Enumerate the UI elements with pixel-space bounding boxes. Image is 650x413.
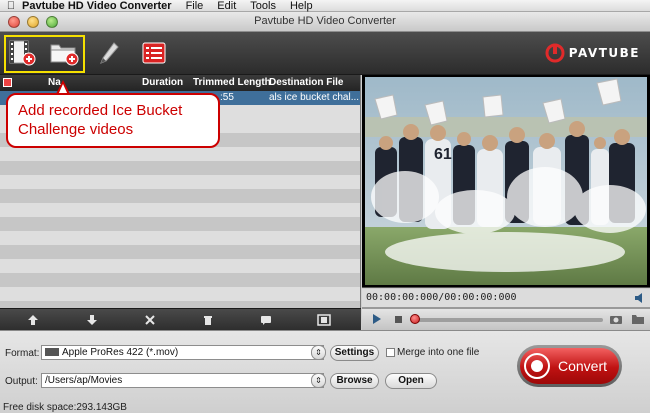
empty-row xyxy=(0,189,360,203)
empty-row xyxy=(0,217,360,231)
convert-button[interactable]: Convert xyxy=(520,348,619,384)
snapshot-folder-icon[interactable] xyxy=(631,313,645,325)
list-controls-bar xyxy=(0,308,361,330)
jersey-number: 61 xyxy=(434,146,452,163)
file-row-trimmed-length: :55 xyxy=(220,92,234,103)
free-disk-space: Free disk space:293.143GB xyxy=(3,402,127,413)
pavtube-logo-icon xyxy=(545,43,565,63)
main-toolbar: PAVTUBE xyxy=(0,32,650,75)
convert-button-frame: Convert xyxy=(517,345,622,387)
convert-label: Convert xyxy=(558,358,608,374)
window-title: Pavtube HD Video Converter xyxy=(254,15,396,27)
preview-image: 61 xyxy=(365,77,647,285)
merge-view-button[interactable] xyxy=(316,312,332,328)
seek-track[interactable] xyxy=(413,318,603,322)
output-path-field[interactable]: /Users/ap/Movies xyxy=(41,373,324,388)
convert-logo-icon xyxy=(524,353,550,379)
play-icon[interactable] xyxy=(370,313,382,325)
apple-menu-icon[interactable]:  xyxy=(0,0,22,12)
column-duration[interactable]: Duration xyxy=(142,77,183,88)
menu-edit[interactable]: Edit xyxy=(217,0,236,12)
format-value: Apple ProRes 422 (*.mov) xyxy=(62,347,179,358)
move-up-button[interactable] xyxy=(25,312,41,328)
timecode: 00:00:00:000/00:00:00:000 xyxy=(366,292,517,303)
film-grid-icon xyxy=(317,314,331,326)
dropdown-arrows-icon: ⇕ xyxy=(315,348,322,357)
menu-app-name[interactable]: Pavtube HD Video Converter xyxy=(22,0,172,12)
task-list-icon xyxy=(142,42,166,64)
snapshot-camera-icon[interactable] xyxy=(609,313,623,325)
empty-row xyxy=(0,273,360,287)
subtitle-button[interactable] xyxy=(258,312,274,328)
time-display-bar: 00:00:00:000/00:00:00:000 xyxy=(362,289,650,308)
empty-row xyxy=(0,301,360,308)
dropdown-arrows-icon: ⇕ xyxy=(315,376,322,385)
seek-thumb[interactable] xyxy=(410,314,420,324)
output-path-value: /Users/ap/Movies xyxy=(45,375,123,386)
menu-help[interactable]: Help xyxy=(290,0,313,12)
volume-icon[interactable] xyxy=(633,291,647,305)
window-title-bar: Pavtube HD Video Converter xyxy=(0,12,650,32)
video-preview: 61 xyxy=(362,75,650,288)
open-button[interactable]: Open xyxy=(385,373,437,389)
column-trimmed-length[interactable]: Trimmed Length xyxy=(193,77,271,88)
column-destination-file[interactable]: Destination File xyxy=(269,77,343,88)
task-list-button[interactable] xyxy=(137,37,171,69)
trash-icon xyxy=(204,316,212,325)
empty-row xyxy=(0,161,360,175)
clear-list-button[interactable] xyxy=(200,312,216,328)
stop-icon[interactable] xyxy=(392,313,404,325)
menu-bar:  Pavtube HD Video Converter File Edit T… xyxy=(0,0,650,12)
remove-x-icon xyxy=(145,315,155,325)
file-row-destination: als ice bucket chal... xyxy=(269,92,360,103)
output-label: Output: xyxy=(5,376,38,387)
browse-button[interactable]: Browse xyxy=(330,373,379,389)
empty-row xyxy=(0,245,360,259)
speech-bubble-icon xyxy=(261,316,271,325)
edit-button[interactable] xyxy=(92,37,126,69)
brand-name: PAVTUBE xyxy=(568,46,640,60)
format-icon xyxy=(45,348,59,356)
settings-button[interactable]: Settings xyxy=(330,345,379,361)
preview-frame: 61 xyxy=(365,77,647,285)
instruction-callout: Add recorded Ice Bucket Challenge videos xyxy=(6,93,220,148)
add-buttons-highlight xyxy=(4,35,85,73)
output-dropdown-button[interactable]: ⇕ xyxy=(311,373,326,388)
select-all-checkbox[interactable] xyxy=(3,78,12,87)
pavtube-logo: PAVTUBE xyxy=(545,43,640,63)
remove-button[interactable] xyxy=(142,312,158,328)
merge-label: Merge into one file xyxy=(397,347,480,358)
arrow-down-icon xyxy=(87,315,97,325)
arrow-up-icon xyxy=(28,315,38,325)
playback-bar xyxy=(362,308,650,330)
format-dropdown-button[interactable]: ⇕ xyxy=(311,345,326,360)
move-down-button[interactable] xyxy=(84,312,100,328)
format-label: Format: xyxy=(5,348,40,359)
menu-file[interactable]: File xyxy=(186,0,204,12)
merge-checkbox[interactable] xyxy=(386,348,395,357)
format-select[interactable]: Apple ProRes 422 (*.mov) xyxy=(41,345,324,360)
edit-pencil-icon xyxy=(100,42,119,64)
file-list-header: Na Duration Trimmed Length Destination F… xyxy=(0,75,360,91)
menu-tools[interactable]: Tools xyxy=(250,0,276,12)
